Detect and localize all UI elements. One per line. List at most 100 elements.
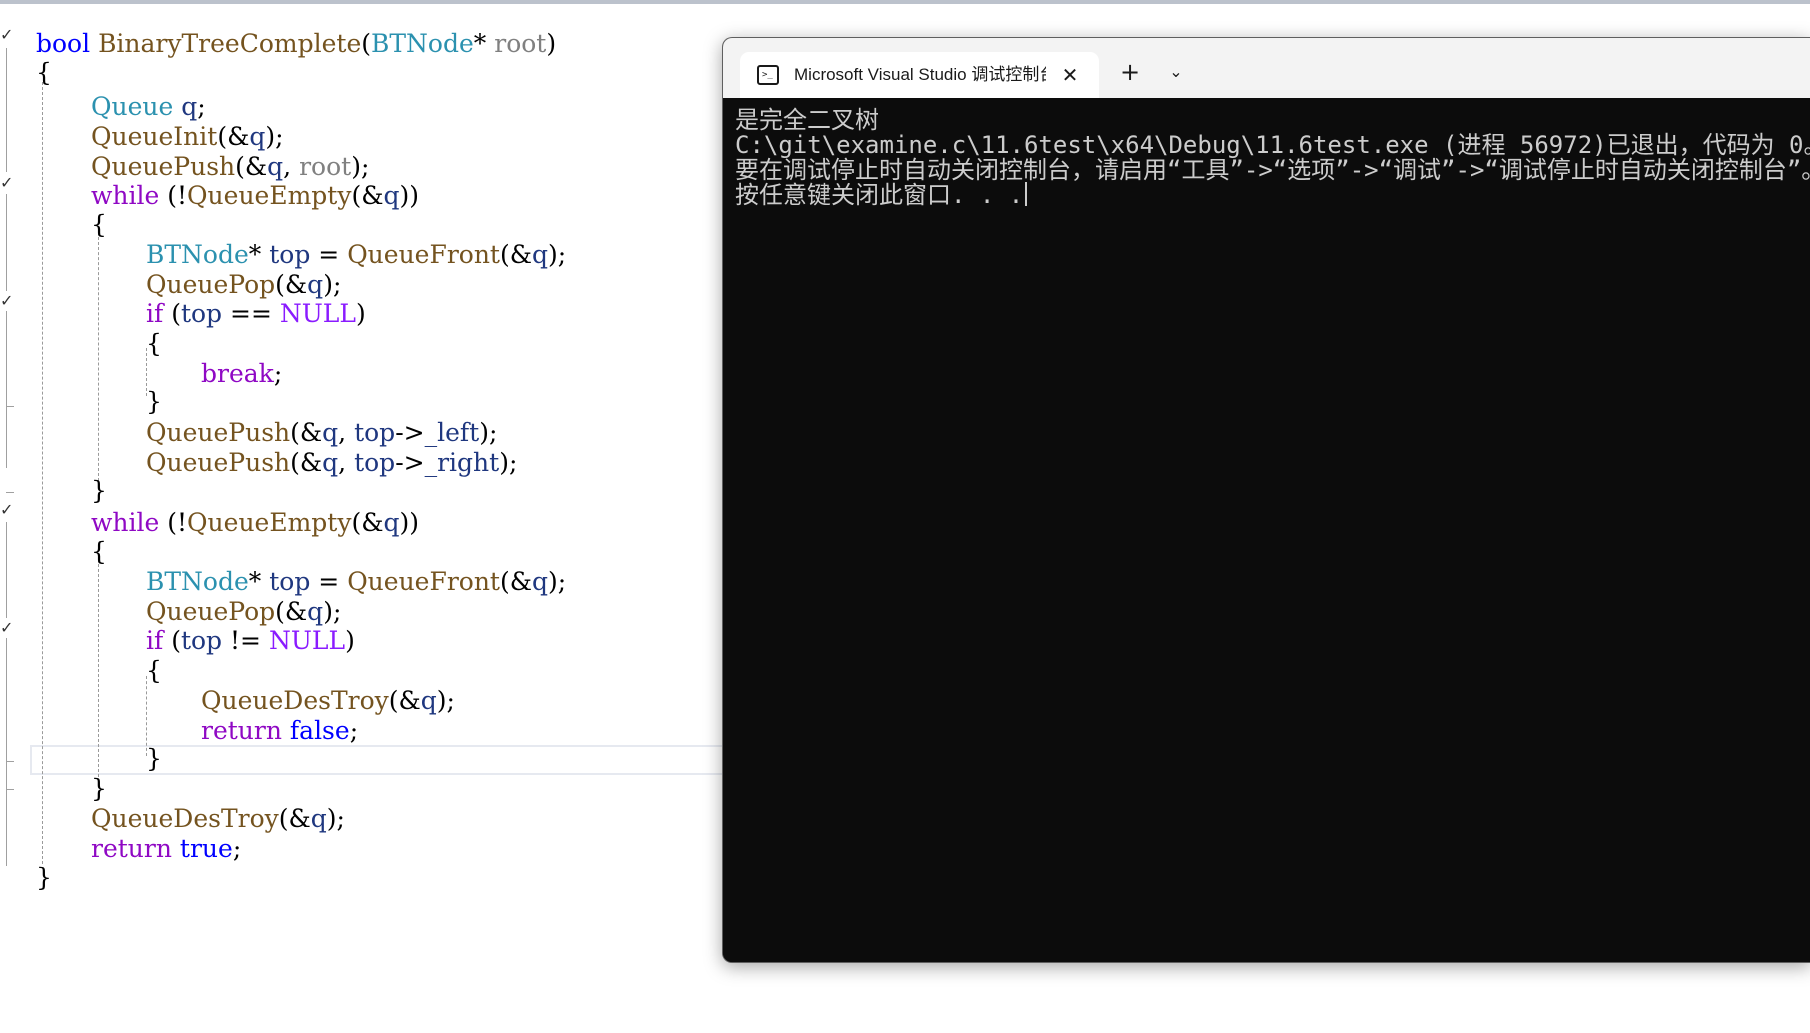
fold-end-tick xyxy=(6,761,14,762)
code-token: (& xyxy=(275,597,308,626)
code-token: top xyxy=(269,567,311,596)
code-line[interactable]: Queue q; xyxy=(91,90,206,124)
fold-toggle-icon[interactable]: ✓ xyxy=(0,293,14,309)
current-line-highlight xyxy=(30,745,726,775)
code-token: (& xyxy=(275,270,308,299)
code-line[interactable]: bool BinaryTreeComplete(BTNode* root) xyxy=(36,27,556,61)
code-line[interactable]: while (!QueueEmpty(&q)) xyxy=(91,179,419,213)
code-token: { xyxy=(91,210,107,239)
new-tab-button[interactable]: + xyxy=(1112,54,1148,90)
code-line[interactable]: } xyxy=(36,861,52,895)
code-token: ; xyxy=(349,716,359,745)
code-token: (& xyxy=(290,448,323,477)
code-token: { xyxy=(146,329,162,358)
tab-title: Microsoft Visual Studio 调试控制台 xyxy=(794,65,1046,84)
code-token: ); xyxy=(548,567,567,596)
code-line[interactable]: } xyxy=(146,385,162,419)
code-token: q xyxy=(532,240,549,269)
code-token: _right xyxy=(424,448,500,477)
code-token: ) xyxy=(546,29,557,58)
code-token: top xyxy=(354,418,396,447)
code-token: Queue xyxy=(91,92,174,121)
code-token: QueueInit xyxy=(91,122,218,151)
code-token: ) xyxy=(345,626,355,655)
code-line[interactable]: while (!QueueEmpty(&q)) xyxy=(91,506,419,540)
fold-region-line xyxy=(6,522,7,618)
code-token: q xyxy=(267,152,284,181)
code-line[interactable]: QueueDesTroy(&q); xyxy=(201,684,455,718)
code-token: ; xyxy=(197,92,206,121)
fold-region-line xyxy=(6,48,7,172)
code-line[interactable]: QueueDesTroy(&q); xyxy=(91,802,345,836)
fold-toggle-icon[interactable]: ✓ xyxy=(0,502,14,518)
code-token: top xyxy=(180,626,223,655)
code-token: * xyxy=(473,29,495,58)
code-line[interactable]: BTNode* top = QueueFront(&q); xyxy=(146,238,566,272)
code-token: ); xyxy=(323,597,342,626)
indent-guide xyxy=(42,82,43,864)
code-line[interactable]: return true; xyxy=(91,832,241,866)
code-token: BTNode xyxy=(371,29,474,58)
code-token: -> xyxy=(395,418,425,447)
code-token: (& xyxy=(278,804,311,833)
code-token: (& xyxy=(499,240,532,269)
code-line[interactable]: return false; xyxy=(201,714,358,748)
code-line[interactable]: } xyxy=(91,474,107,508)
code-token: ); xyxy=(351,152,370,181)
code-line[interactable]: { xyxy=(146,327,162,361)
code-line[interactable]: { xyxy=(91,535,107,569)
code-token: } xyxy=(146,387,162,416)
code-token: q xyxy=(420,686,437,715)
code-token: top xyxy=(354,448,396,477)
code-line[interactable]: BTNode* top = QueueFront(&q); xyxy=(146,565,566,599)
code-line[interactable]: QueuePush(&q, top->_left); xyxy=(146,416,497,450)
code-token: QueuePush xyxy=(91,152,236,181)
code-token: bool xyxy=(36,29,91,58)
close-icon[interactable]: ✕ xyxy=(1055,60,1085,90)
code-line[interactable]: if (top == NULL) xyxy=(146,297,366,331)
code-token: q xyxy=(322,418,339,447)
code-line[interactable]: { xyxy=(146,654,162,688)
code-token: QueuePop xyxy=(146,597,276,626)
code-line[interactable]: break; xyxy=(201,357,282,391)
terminal-icon: >_ xyxy=(757,65,779,85)
fold-toggle-icon[interactable]: ✓ xyxy=(0,620,14,636)
indent-guide xyxy=(98,232,99,486)
fold-toggle-icon[interactable]: ✓ xyxy=(0,27,14,43)
code-token: q xyxy=(307,270,324,299)
code-token: while xyxy=(91,508,160,537)
code-token: (! xyxy=(159,181,188,210)
code-token: -> xyxy=(395,448,425,477)
code-token: while xyxy=(91,181,160,210)
code-token: * xyxy=(248,567,270,596)
code-token: true xyxy=(179,834,233,863)
console-line: 按任意键关闭此窗口. . . xyxy=(735,181,1024,209)
code-token: != xyxy=(222,626,269,655)
code-token: (! xyxy=(159,508,188,537)
code-token: if xyxy=(146,299,164,328)
code-token: ); xyxy=(548,240,567,269)
fold-toggle-icon[interactable]: ✓ xyxy=(0,175,14,191)
code-line[interactable]: { xyxy=(36,56,52,90)
code-line[interactable]: { xyxy=(91,208,107,242)
code-line[interactable]: if (top != NULL) xyxy=(146,624,355,658)
code-token: } xyxy=(91,476,107,505)
code-token: NULL xyxy=(279,299,357,328)
code-token: ; xyxy=(232,834,242,863)
code-line[interactable]: } xyxy=(146,742,162,776)
code-line[interactable]: QueuePush(&q, top->_right); xyxy=(146,446,517,480)
terminal-tab-bar: >_ Microsoft Visual Studio 调试控制台 ✕ + ⌄ xyxy=(723,38,1810,98)
fold-region-line xyxy=(6,638,7,866)
code-line[interactable]: QueueInit(&q); xyxy=(91,120,284,154)
console-output[interactable]: 是完全二叉树 C:\git\examine.c\11.6test\x64\Deb… xyxy=(723,98,1810,962)
code-line[interactable]: } xyxy=(91,772,107,806)
console-tab[interactable]: >_ Microsoft Visual Studio 调试控制台 ✕ xyxy=(740,52,1099,98)
code-token: top xyxy=(269,240,311,269)
fold-end-tick xyxy=(6,789,14,790)
code-token: = xyxy=(310,240,348,269)
debug-console-window[interactable]: >_ Microsoft Visual Studio 调试控制台 ✕ + ⌄ 是… xyxy=(722,37,1810,963)
code-token: QueueDesTroy xyxy=(91,804,279,833)
code-token: false xyxy=(289,716,350,745)
chevron-down-icon[interactable]: ⌄ xyxy=(1158,54,1194,90)
